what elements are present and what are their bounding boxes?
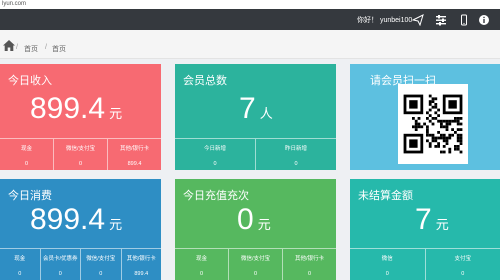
breakdown-cell: 现金 0 <box>175 249 229 280</box>
breakdown-label: 会员卡/优惠券 <box>42 256 78 262</box>
breakdown-cell: 昨日新增 0 <box>256 139 336 170</box>
breakdown-cell: 现金 0 <box>0 249 41 280</box>
breakdown-value: 899.4 <box>134 271 149 277</box>
card-unit: 元 <box>109 106 123 121</box>
breakdown-label: 支付宝 <box>454 256 471 262</box>
card-value-group: 899.4 元 <box>30 92 122 126</box>
breakdown-cell: 支付宝 0 <box>426 249 500 280</box>
breakdown-label: 昨日新增 <box>284 146 307 152</box>
breakdown-cell: 其他/银行卡 899.4 <box>108 139 161 170</box>
home-icon[interactable] <box>3 40 15 51</box>
breakdown-label: 现金 <box>195 256 207 262</box>
breakdown-value: 0 <box>99 271 103 277</box>
today-spend-card[interactable]: 今日消费 899.4 元 现金 0 会员卡/优惠券 0 微信/支付宝 0 其他/银行卡 8… <box>0 179 161 280</box>
breakdown-label: 今日新增 <box>203 146 226 152</box>
breakdown-label: 微信 <box>381 256 393 262</box>
breakdown-value: 0 <box>24 161 29 167</box>
card-title: 今日收入 <box>8 75 52 87</box>
members-card[interactable]: 会员总数 7人 今日新增 0 昨日新增 0 <box>175 64 336 170</box>
card-value: 7 <box>239 92 256 125</box>
card-title: 今日充值充次 <box>183 190 249 202</box>
breakdown-value: 899.4 <box>127 161 142 167</box>
breakdown-value: 0 <box>18 271 22 277</box>
card-unit: 人 <box>259 106 273 121</box>
card-breakdown: 现金 0 微信/支付宝 0 其他/银行卡 0 <box>175 248 336 280</box>
card-value-group: 899.4 元 <box>30 203 122 237</box>
breakdown-cell: 微信/支付宝 0 <box>229 249 283 280</box>
breakdown-cell: 微信/支付宝 0 <box>54 139 108 170</box>
breakdown-value: 0 <box>294 161 298 167</box>
today-recharge-card[interactable]: 今日充值充次 0元 现金 0 微信/支付宝 0 其他/银行卡 0 <box>175 179 336 280</box>
card-value-group: 7元 <box>415 203 449 237</box>
unsettled-card[interactable]: 未结算金额 7元 微信 0 支付宝 0 <box>350 179 500 280</box>
breakdown-value: 0 <box>58 271 62 277</box>
breakdown-label: 其他/银行卡 <box>119 146 150 152</box>
card-unit: 元 <box>109 217 123 232</box>
card-value-group: 7人 <box>239 92 273 126</box>
settings-sliders-icon[interactable] <box>435 13 447 26</box>
card-unit: 元 <box>435 217 449 232</box>
breakdown-value: 0 <box>307 271 312 277</box>
qr-code-image <box>398 84 468 164</box>
breakdown-label: 微信/支付宝 <box>86 256 116 262</box>
card-breakdown: 今日新增 0 昨日新增 0 <box>175 138 336 170</box>
breakdown-value: 0 <box>78 161 83 167</box>
breadcrumb-separator: / <box>16 44 18 51</box>
send-icon[interactable] <box>411 13 424 27</box>
breadcrumb-separator: / <box>45 44 47 51</box>
breakdown-label: 微信/支付宝 <box>65 146 96 152</box>
today-income-card[interactable]: 今日收入 899.4 元 现金 0 微信/支付宝 0 其他/银行卡 899.4 <box>0 64 161 170</box>
breakdown-cell: 其他/银行卡 899.4 <box>122 249 162 280</box>
card-value: 7 <box>415 203 432 236</box>
card-breakdown: 微信 0 支付宝 0 <box>350 248 500 280</box>
card-breakdown: 现金 0 会员卡/优惠券 0 微信/支付宝 0 其他/银行卡 899.4 <box>0 248 161 280</box>
breakdown-cell: 现金 0 <box>0 139 54 170</box>
breakdown-value: 0 <box>199 271 204 277</box>
breadcrumb: / 首页 / 首页 <box>0 30 500 59</box>
breadcrumb-current: 首页 <box>52 46 66 53</box>
card-value-group: 0元 <box>237 203 271 237</box>
card-unit: 元 <box>257 217 271 232</box>
breakdown-cell: 微信/支付宝 0 <box>81 249 122 280</box>
info-icon[interactable] <box>478 13 490 25</box>
breakdown-label: 其他/银行卡 <box>294 256 325 262</box>
top-navbar: 你好！ yunbei100 <box>0 9 500 30</box>
card-value: 0 <box>237 203 254 236</box>
breakdown-cell: 微信 0 <box>350 249 426 280</box>
card-title: 未结算金额 <box>358 190 413 202</box>
user-greeting[interactable]: 你好！ yunbei100 <box>357 15 412 25</box>
card-title: 今日消费 <box>8 190 52 202</box>
card-breakdown: 现金 0 微信/支付宝 0 其他/银行卡 899.4 <box>0 138 161 170</box>
card-value: 899.4 <box>30 92 106 125</box>
breakdown-cell: 其他/银行卡 0 <box>283 249 336 280</box>
breakdown-label: 现金 <box>20 146 32 152</box>
card-title: 会员总数 <box>183 75 227 87</box>
breakdown-label: 微信/支付宝 <box>240 256 271 262</box>
breakdown-cell: 会员卡/优惠券 0 <box>41 249 81 280</box>
breadcrumb-root[interactable]: 首页 <box>24 44 38 54</box>
browser-url: lyun.com <box>0 0 500 9</box>
breakdown-value: 0 <box>461 271 465 277</box>
mobile-icon[interactable] <box>458 13 470 26</box>
card-value: 899.4 <box>30 203 106 236</box>
breakdown-value: 0 <box>213 161 217 167</box>
breakdown-label: 现金 <box>14 256 26 262</box>
breakdown-value: 0 <box>253 271 258 277</box>
breakdown-label: 其他/银行卡 <box>126 256 156 262</box>
breakdown-value: 0 <box>385 271 389 277</box>
breakdown-cell: 今日新增 0 <box>175 139 256 170</box>
